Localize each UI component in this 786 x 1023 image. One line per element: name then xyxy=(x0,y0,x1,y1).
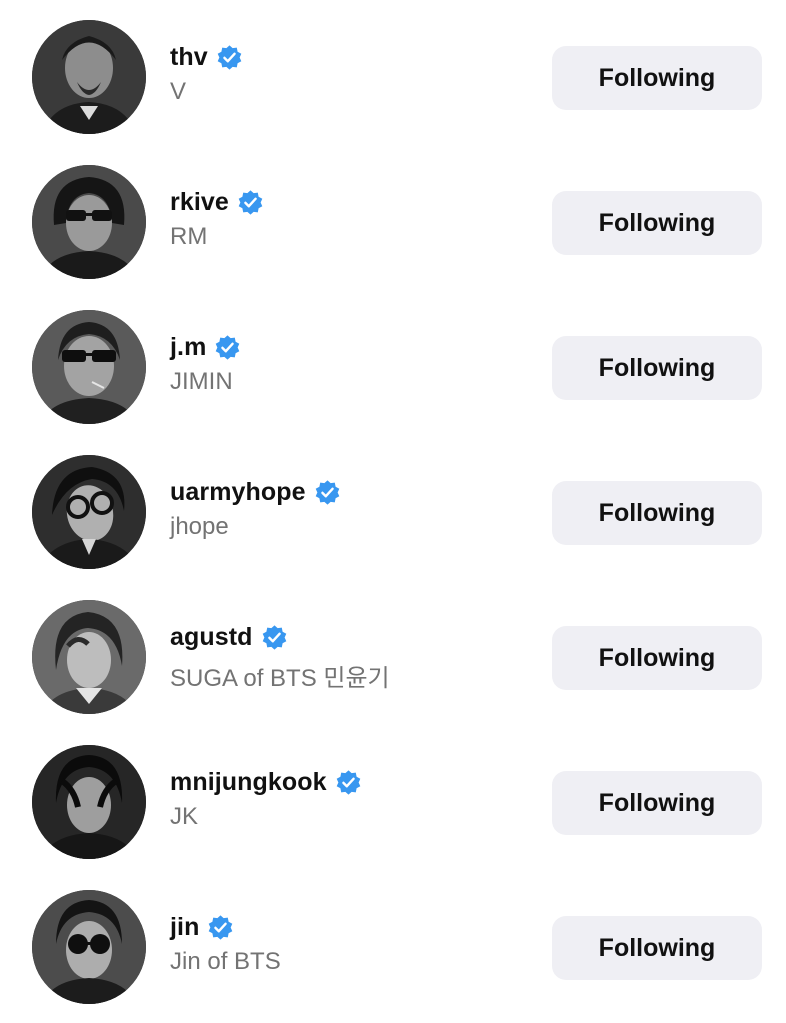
following-button[interactable]: Following xyxy=(552,336,762,400)
avatar-photo xyxy=(32,890,146,1004)
account-row-rkive[interactable]: rkive RM Following xyxy=(0,145,786,290)
avatar-photo xyxy=(32,455,146,569)
avatar-photo xyxy=(32,600,146,714)
username[interactable]: mnijungkook xyxy=(170,768,327,797)
full-name: RM xyxy=(170,223,208,250)
avatar[interactable] xyxy=(32,20,146,134)
username[interactable]: agustd xyxy=(170,623,253,652)
avatar[interactable] xyxy=(32,455,146,569)
avatar[interactable] xyxy=(32,310,146,424)
account-row-thv[interactable]: thv V Following xyxy=(0,0,786,145)
verified-badge-icon xyxy=(315,479,339,505)
account-row-mnijungkook[interactable]: mnijungkook JK Following xyxy=(0,725,786,870)
avatar[interactable] xyxy=(32,600,146,714)
account-row-agustd[interactable]: agustd SUGA of BTS 민윤기 Following xyxy=(0,580,786,725)
account-row-jin[interactable]: jin Jin of BTS Following xyxy=(0,870,786,1015)
full-name: jhope xyxy=(170,513,229,540)
verified-badge-icon xyxy=(262,624,286,650)
verified-badge-icon xyxy=(238,189,263,215)
verified-badge-icon xyxy=(336,769,360,795)
account-row-uarmyhope[interactable]: uarmyhope jhope Following xyxy=(0,435,786,580)
following-button[interactable]: Following xyxy=(552,916,762,980)
following-list: thv V Following rkive RM Following j.m J… xyxy=(0,0,786,1023)
full-name: V xyxy=(170,78,187,105)
avatar-photo xyxy=(32,20,146,134)
avatar-photo xyxy=(32,165,146,279)
account-row-j.m[interactable]: j.m JIMIN Following xyxy=(0,290,786,435)
username[interactable]: rkive xyxy=(170,188,229,217)
username[interactable]: j.m xyxy=(170,333,206,362)
full-name: Jin of BTS xyxy=(170,948,281,975)
full-name: JK xyxy=(170,803,199,830)
avatar[interactable] xyxy=(32,165,146,279)
avatar[interactable] xyxy=(32,890,146,1004)
following-button[interactable]: Following xyxy=(552,191,762,255)
username[interactable]: thv xyxy=(170,43,208,72)
following-button[interactable]: Following xyxy=(552,771,762,835)
avatar-photo xyxy=(32,310,146,424)
verified-badge-icon xyxy=(209,914,233,940)
username[interactable]: uarmyhope xyxy=(170,478,306,507)
username[interactable]: jin xyxy=(170,913,199,942)
verified-badge-icon xyxy=(217,44,242,70)
verified-badge-icon xyxy=(216,334,240,360)
avatar[interactable] xyxy=(32,745,146,859)
following-button[interactable]: Following xyxy=(552,46,762,110)
following-button[interactable]: Following xyxy=(552,481,762,545)
following-button[interactable]: Following xyxy=(552,626,762,690)
avatar-photo xyxy=(32,745,146,859)
full-name: SUGA of BTS 민윤기 xyxy=(170,665,390,692)
full-name: JIMIN xyxy=(170,368,233,395)
